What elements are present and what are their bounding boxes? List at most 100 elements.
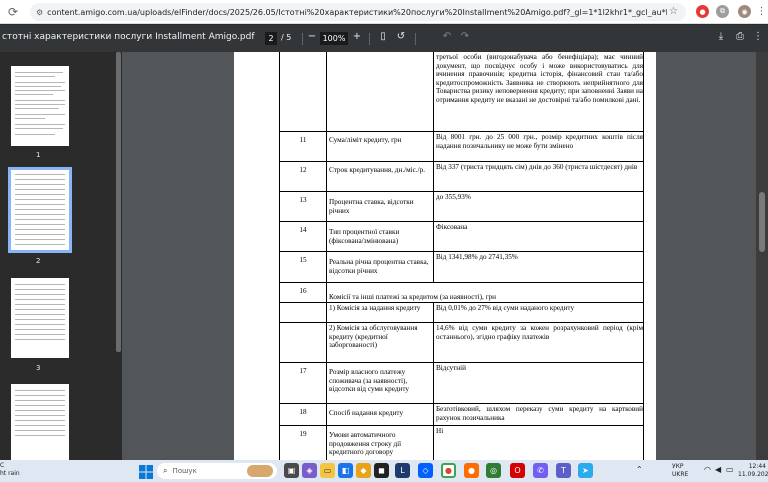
page-thumbnail-1[interactable] xyxy=(11,66,69,146)
redo-icon[interactable]: ↷ xyxy=(458,31,472,42)
search-highlight-image xyxy=(247,465,273,477)
language-indicator[interactable]: УКР UKRE xyxy=(672,463,688,479)
teams-icon[interactable]: T xyxy=(556,463,571,478)
row-number: 18 xyxy=(280,404,327,425)
page-thumbnail-3[interactable] xyxy=(11,278,69,358)
zoom-level-input[interactable]: 100% xyxy=(320,32,348,45)
telegram-icon[interactable]: ➤ xyxy=(578,463,593,478)
chevron-up-icon[interactable]: ⌃ xyxy=(636,466,643,474)
screen: ⟳ ⚙ content.amigo.com.ua/uploads/elFinde… xyxy=(0,0,768,482)
zoom-out-button[interactable]: − xyxy=(305,31,319,42)
app-icon[interactable]: ◼ xyxy=(374,463,389,478)
row-number: 11 xyxy=(280,132,327,161)
row-value: 14,6% від суми кредиту за кожен розрахун… xyxy=(436,324,643,341)
row-value: Від 0,01% до 27% від суми наданого креди… xyxy=(436,304,575,312)
table-row: 12 Строк кредитування, дн./міс./р. Від 3… xyxy=(279,162,644,192)
fit-page-icon[interactable]: ▯ xyxy=(376,31,390,42)
app-icon[interactable]: ◎ xyxy=(486,463,501,478)
row-value: Від 337 (триста тридцять сім) днів до 36… xyxy=(436,163,638,171)
task-view-icon[interactable]: ▣ xyxy=(284,463,299,478)
wifi-icon[interactable]: ◠ xyxy=(704,466,711,474)
sidebar-scrollbar[interactable] xyxy=(116,52,121,352)
weather-temp: C xyxy=(0,462,5,469)
volume-icon[interactable]: ◀ xyxy=(715,466,721,474)
row-name: Комісії та інші платежі за кредитом (за … xyxy=(329,293,496,301)
table-row: 13 Процентна ставка, відсотки річних до … xyxy=(279,192,644,222)
row-value: Безготівковий, шляхом переказу суми кред… xyxy=(436,405,643,422)
file-explorer-icon[interactable]: ▭ xyxy=(320,463,335,478)
thumbnail-number: 2 xyxy=(36,257,41,265)
undo-icon[interactable]: ↶ xyxy=(440,31,454,42)
site-info-icon[interactable]: ⚙ xyxy=(36,8,43,17)
battery-icon[interactable]: ▭ xyxy=(726,466,734,474)
app-icon[interactable]: ● xyxy=(464,463,479,478)
omnibox[interactable]: ⚙ content.amigo.com.ua/uploads/elFinder/… xyxy=(30,3,686,21)
row-name: Спосіб надання кредиту xyxy=(327,404,434,425)
row-value: Відсутній xyxy=(436,364,466,372)
row-value: Від 8001 грн. до 25 000 грн., розмір кре… xyxy=(436,133,643,150)
pdf-toolbar: стотні характеристики послуги Installmen… xyxy=(0,25,768,52)
search-placeholder: Пошук xyxy=(172,467,197,475)
row-value: Фіксована xyxy=(436,223,468,231)
taskbar-search[interactable]: ⌕ Пошук xyxy=(157,463,277,479)
thumbnail-number: 1 xyxy=(36,151,41,159)
document-title: стотні характеристики послуги Installmen… xyxy=(2,32,255,42)
table-row: 17 Розмір власного платежу споживача (за… xyxy=(279,363,644,404)
scrollbar-thumb[interactable] xyxy=(759,192,765,252)
toolbar-divider xyxy=(369,33,370,45)
page-number-input[interactable]: 2 xyxy=(265,32,277,45)
download-icon[interactable]: ⤓ xyxy=(714,31,728,42)
url-text[interactable]: content.amigo.com.ua/uploads/elFinder/do… xyxy=(47,8,667,17)
table-row: 15 Реальна річна процентна ставка, відсо… xyxy=(279,252,644,283)
chrome-icon[interactable]: ● xyxy=(441,463,456,478)
toolbar-divider xyxy=(302,33,303,45)
more-options-icon[interactable]: ⋮ xyxy=(751,31,765,42)
app-icon[interactable]: ◆ xyxy=(356,463,371,478)
store-icon[interactable]: ◧ xyxy=(338,463,353,478)
weather-widget[interactable]: C ht rain xyxy=(0,462,20,478)
row-number: 16 xyxy=(280,283,327,302)
table-row: 18 Спосіб надання кредиту Безготівковий,… xyxy=(279,404,644,426)
browser-address-bar: ⟳ ⚙ content.amigo.com.ua/uploads/elFinde… xyxy=(0,0,768,24)
weather-condition: ht rain xyxy=(0,470,20,477)
row-value: Від 1341,98% до 2741,35% xyxy=(436,253,518,261)
table-cell: третьої особи (вигодонабувача або бенефі… xyxy=(436,53,643,104)
rotate-icon[interactable]: ↺ xyxy=(394,31,408,42)
page-count: / 5 xyxy=(281,33,292,42)
page-scrollbar[interactable] xyxy=(756,52,768,460)
copilot-icon[interactable]: ◈ xyxy=(302,463,317,478)
search-icon: ⌕ xyxy=(163,466,168,475)
zoom-in-button[interactable]: + xyxy=(350,31,364,42)
menu-icon[interactable]: ⋮ xyxy=(755,5,768,18)
row-number: 17 xyxy=(280,363,327,403)
thumbnail-sidebar: 1 2 3 xyxy=(0,52,118,460)
app-icon[interactable]: L xyxy=(395,463,410,478)
puzzle-icon[interactable]: ⧉ xyxy=(716,5,729,18)
page-thumbnail-4[interactable] xyxy=(11,384,69,460)
clock[interactable]: 12:44 11.09.2025 xyxy=(738,463,768,479)
row-number: 12 xyxy=(280,162,327,191)
viber-icon[interactable]: ✆ xyxy=(533,463,548,478)
page-thumbnail-2[interactable] xyxy=(8,167,72,253)
thumbnail-number: 3 xyxy=(36,364,41,372)
reload-icon[interactable]: ⟳ xyxy=(4,3,22,21)
dropbox-icon[interactable]: ◇ xyxy=(418,463,433,478)
row-number: 15 xyxy=(280,252,327,282)
row-name: Процентна ставка, відсотки річних xyxy=(327,192,434,221)
pdf-page-area: третьої особи (вигодонабувача або бенефі… xyxy=(122,52,768,466)
profile-avatar[interactable]: ◉ xyxy=(738,5,751,18)
time: 12:44 xyxy=(748,463,766,470)
row-name: 2) Комісія за обслуговування кредиту (кр… xyxy=(327,323,434,362)
extension-icon[interactable]: ● xyxy=(696,5,709,18)
table-row: 16 Комісії та інші платежі за кредитом (… xyxy=(279,283,644,303)
row-name: Строк кредитування, дн./міс./р. xyxy=(327,162,434,191)
bookmark-star-icon[interactable]: ☆ xyxy=(669,6,678,17)
row-value: до 355,93% xyxy=(436,193,471,201)
toolbar-divider xyxy=(415,33,416,45)
table-row: 11 Сума/ліміт кредиту, грн Від 8001 грн.… xyxy=(279,132,644,162)
opera-icon[interactable]: O xyxy=(510,463,525,478)
windows-start-icon[interactable] xyxy=(139,464,153,479)
row-name: Тип процентної ставки (фіксована/змінюва… xyxy=(327,222,434,251)
print-icon[interactable]: ⎙ xyxy=(733,31,747,42)
date: 11.09.2025 xyxy=(738,471,768,478)
